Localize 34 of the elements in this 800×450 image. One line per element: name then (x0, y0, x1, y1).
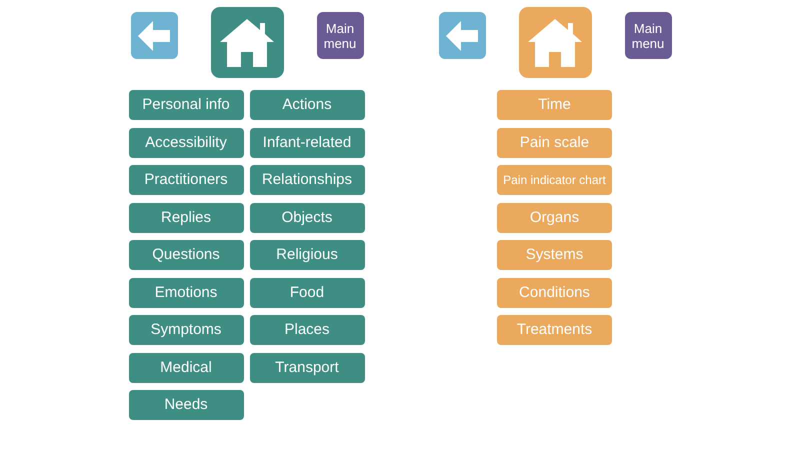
category-button[interactable]: Pain indicator chart (497, 165, 612, 195)
category-button[interactable]: Needs (128, 390, 244, 420)
category-button[interactable]: Objects (250, 202, 364, 232)
category-button[interactable]: Emotions (128, 278, 244, 308)
category-button[interactable]: Transport (250, 352, 364, 382)
home-icon (220, 18, 274, 66)
category-button[interactable]: Food (250, 278, 364, 308)
main-menu-button[interactable]: Main menu (316, 12, 364, 59)
category-button[interactable]: Organs (497, 202, 612, 232)
category-button[interactable]: Time (497, 90, 612, 120)
category-button[interactable]: Pain scale (497, 128, 612, 158)
home-button[interactable] (210, 7, 284, 78)
category-button[interactable]: Accessibility (128, 128, 244, 158)
category-button[interactable]: Questions (128, 240, 244, 270)
back-button[interactable] (130, 12, 178, 59)
main-menu-button[interactable]: Main menu (624, 12, 672, 59)
category-button[interactable]: Systems (497, 240, 612, 270)
category-button[interactable]: Treatments (497, 315, 612, 345)
category-button[interactable]: Relationships (250, 165, 364, 195)
home-button[interactable] (518, 7, 592, 78)
category-button[interactable]: Conditions (497, 278, 612, 308)
category-button[interactable]: Practitioners (128, 165, 244, 195)
back-arrow-icon (138, 20, 170, 50)
category-button[interactable]: Personal info (128, 90, 244, 120)
home-icon (528, 18, 582, 66)
category-button[interactable]: Medical (128, 352, 244, 382)
category-button[interactable]: Symptoms (128, 315, 244, 345)
category-button[interactable]: Infant-related (250, 128, 364, 158)
back-button[interactable] (438, 12, 486, 59)
category-button[interactable]: Replies (128, 202, 244, 232)
category-button[interactable]: Actions (250, 90, 364, 120)
back-arrow-icon (446, 20, 478, 50)
category-button[interactable]: Places (250, 315, 364, 345)
category-button[interactable]: Religious (250, 240, 364, 270)
